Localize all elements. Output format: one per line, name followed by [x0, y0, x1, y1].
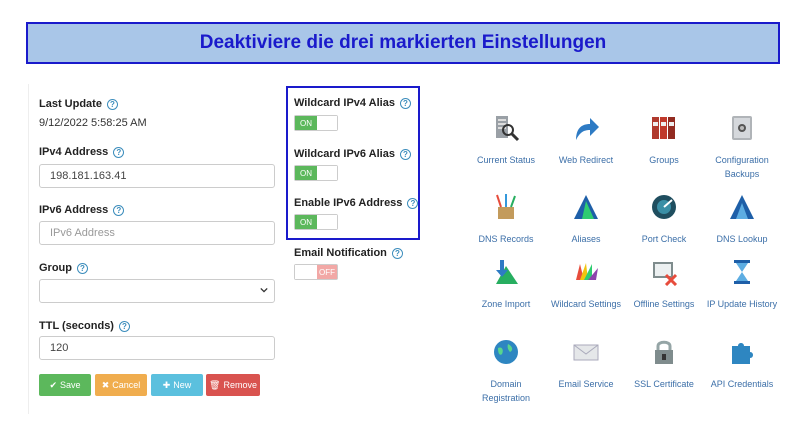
toggle-label-email-notification: Email Notification ? — [294, 247, 403, 259]
ipv6-label: IPv6 Address ? — [39, 204, 125, 216]
tile-aliases[interactable]: Aliases — [546, 193, 626, 253]
wildcard-ipv6-toggle[interactable]: ON — [294, 165, 338, 181]
wildcard-ipv4-toggle[interactable]: ON — [294, 115, 338, 131]
ipv6-input[interactable]: IPv6 Address — [39, 221, 275, 245]
tile-dns-lookup[interactable]: DNS Lookup — [702, 193, 782, 253]
help-icon[interactable]: ? — [113, 146, 125, 158]
help-icon[interactable]: ? — [106, 98, 118, 110]
check-icon: ✔ — [49, 379, 58, 390]
toggle-label-wildcard-ipv4: Wildcard IPv4 Alias ? — [294, 97, 411, 109]
remove-button[interactable]: 🗑 Remove — [206, 374, 260, 396]
tile-wildcard-settings[interactable]: Wildcard Settings — [546, 258, 626, 318]
ttl-label: TTL (seconds) ? — [39, 320, 130, 332]
tile-zone-import[interactable]: Zone Import — [466, 258, 546, 318]
host-form: Last Update ? 9/12/2022 5:58:25 AM IPv4 … — [28, 84, 286, 414]
last-update-value: 9/12/2022 5:58:25 AM — [39, 117, 147, 129]
color-fan-icon — [576, 263, 598, 280]
envelope-icon — [573, 344, 599, 361]
help-icon[interactable]: ? — [77, 262, 88, 274]
close-icon: ✖ — [101, 379, 110, 390]
ipv4-input[interactable]: 198.181.163.41 — [39, 164, 275, 188]
pencil-cup-icon — [496, 194, 516, 219]
help-icon[interactable]: ? — [391, 247, 403, 259]
ipv4-label: IPv4 Address ? — [39, 146, 125, 158]
instruction-banner: Deaktiviere die drei markierten Einstell… — [26, 22, 780, 64]
server-search-icon — [496, 116, 520, 142]
binders-icon — [652, 117, 675, 139]
toggle-label-wildcard-ipv6: Wildcard IPv6 Alias ? — [294, 148, 411, 160]
safe-icon — [732, 116, 752, 140]
tile-api-credentials[interactable]: API Credentials — [702, 338, 782, 398]
toggle-label-enable-ipv6: Enable IPv6 Address ? — [294, 197, 419, 209]
padlock-icon — [655, 340, 673, 364]
cancel-button[interactable]: ✖ Cancel — [95, 374, 147, 396]
tile-domain-registration[interactable]: Domain Registration — [466, 338, 546, 403]
alias-triangle-icon — [574, 195, 598, 219]
save-button[interactable]: ✔ Save — [39, 374, 91, 396]
new-button[interactable]: ✚ New — [151, 374, 203, 396]
tile-current-status[interactable]: Current Status — [466, 114, 546, 174]
group-select[interactable] — [39, 279, 275, 303]
zone-import-icon — [496, 260, 518, 284]
puzzle-icon — [732, 343, 753, 364]
dns-lookup-icon — [730, 195, 754, 219]
globe-icon — [494, 340, 518, 364]
tile-dns-records[interactable]: DNS Records — [466, 193, 546, 253]
tile-offline-settings[interactable]: Offline Settings — [624, 258, 704, 318]
help-icon[interactable]: ? — [113, 204, 125, 216]
tile-ssl-certificate[interactable]: SSL Certificate — [624, 338, 704, 398]
tile-configuration-backups[interactable]: Configuration Backups — [702, 114, 782, 179]
help-icon[interactable]: ? — [399, 148, 411, 160]
tile-web-redirect[interactable]: Web Redirect — [546, 114, 626, 174]
tile-groups[interactable]: Groups — [624, 114, 704, 174]
help-icon[interactable]: ? — [399, 97, 411, 109]
redirect-arrow-icon — [576, 118, 599, 140]
enable-ipv6-toggle[interactable]: ON — [294, 214, 338, 230]
group-label: Group ? — [39, 262, 88, 274]
tile-port-check[interactable]: Port Check — [624, 193, 704, 253]
banner-text: Deaktiviere die drei markierten Einstell… — [199, 32, 607, 53]
offline-icon — [653, 262, 678, 287]
chevron-down-icon — [260, 287, 268, 293]
plus-icon: ✚ — [162, 379, 171, 390]
tile-ip-update-history[interactable]: IP Update History — [702, 258, 782, 318]
help-icon[interactable]: ? — [407, 197, 419, 209]
tile-email-service[interactable]: Email Service — [546, 338, 626, 398]
trash-icon: 🗑 — [209, 379, 221, 390]
help-icon[interactable]: ? — [118, 320, 130, 332]
last-update-label: Last Update ? — [39, 98, 118, 110]
port-check-icon — [652, 195, 676, 219]
ttl-input[interactable]: 120 — [39, 336, 275, 360]
hourglass-icon — [734, 260, 750, 284]
email-notification-toggle[interactable]: OFF — [294, 264, 338, 280]
